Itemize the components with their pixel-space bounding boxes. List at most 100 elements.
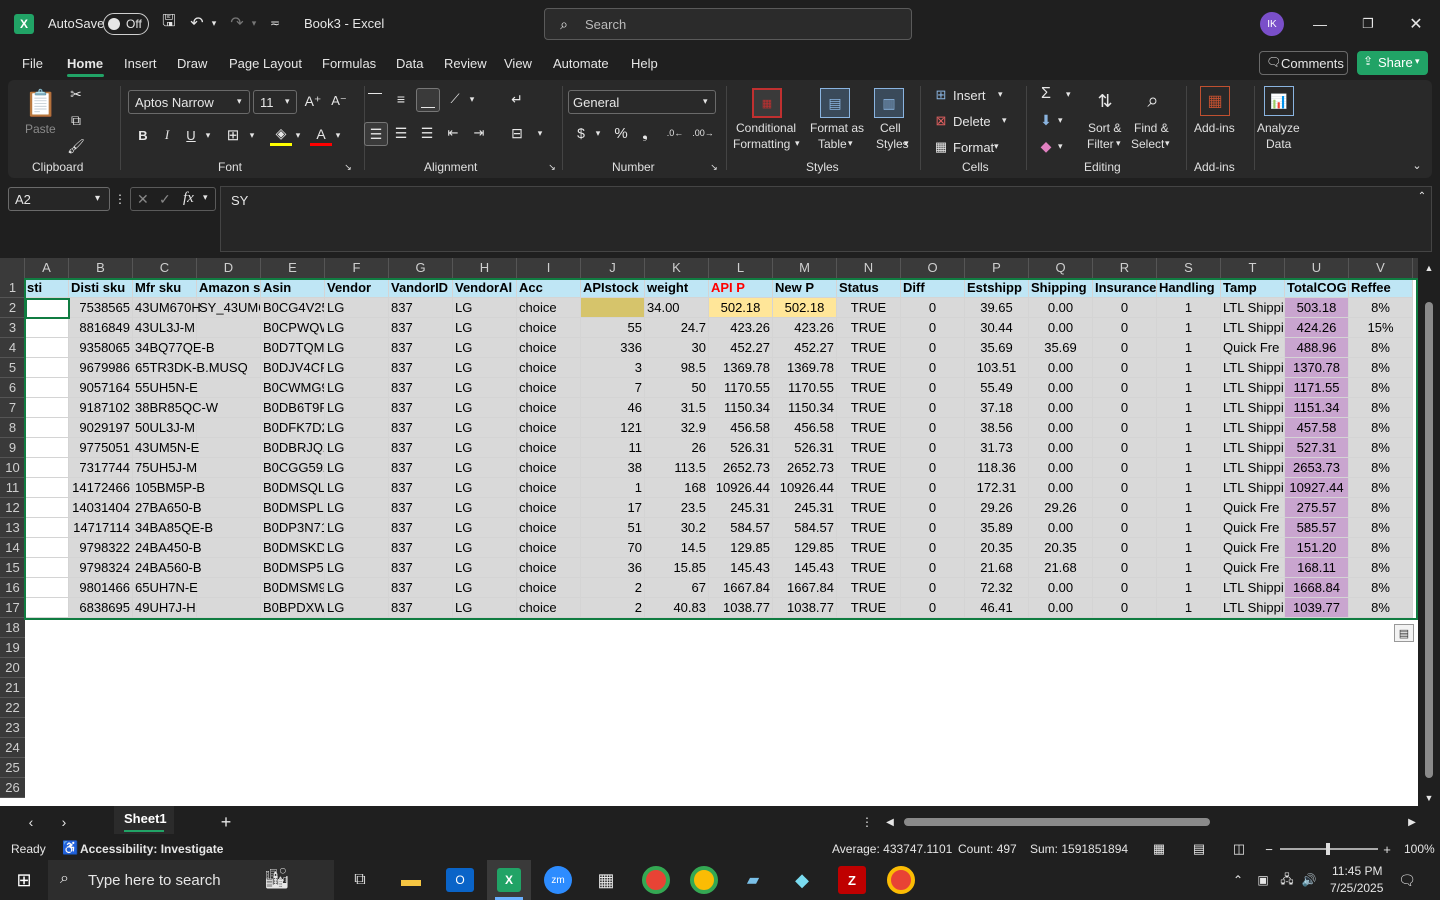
currency-icon[interactable]: $ bbox=[572, 122, 590, 144]
status-count[interactable]: Count: 497 bbox=[958, 842, 1017, 856]
column-header-r[interactable]: R bbox=[1093, 258, 1157, 278]
tab-draw[interactable]: Draw bbox=[177, 56, 207, 71]
align-top-icon[interactable]: ⎺ bbox=[364, 88, 386, 110]
table-cell[interactable] bbox=[197, 418, 261, 438]
analyze-data-label-2[interactable]: Data bbox=[1266, 136, 1291, 152]
table-cell[interactable]: 29.26 bbox=[965, 498, 1029, 518]
autosum-icon[interactable]: Σ bbox=[1036, 84, 1056, 104]
table-cell[interactable]: 31.5 bbox=[645, 398, 709, 418]
table-cell[interactable]: 24BA560-B bbox=[133, 558, 202, 578]
align-left-icon[interactable]: ☰ bbox=[364, 122, 388, 146]
table-cell[interactable]: choice bbox=[517, 578, 581, 598]
table-cell[interactable]: 0.00 bbox=[1029, 358, 1093, 378]
chevron-down-icon[interactable]: ▾ bbox=[848, 138, 853, 149]
table-cell[interactable]: B0DMSM9 bbox=[261, 578, 325, 598]
table-cell[interactable]: LG bbox=[325, 538, 389, 558]
table-cell[interactable] bbox=[25, 498, 69, 518]
analyze-data-label-1[interactable]: Analyze bbox=[1257, 120, 1300, 136]
avatar[interactable]: IK bbox=[1260, 12, 1284, 36]
table-cell[interactable]: LG bbox=[453, 358, 517, 378]
table-cell[interactable]: LG bbox=[325, 378, 389, 398]
table-cell[interactable]: 0 bbox=[901, 298, 965, 318]
scroll-right-icon[interactable]: ▶ bbox=[1406, 814, 1418, 830]
table-cell[interactable]: Quick Fre bbox=[1221, 518, 1285, 538]
table-cell[interactable]: 1 bbox=[1157, 458, 1221, 478]
table-cell[interactable]: 27BA650-B bbox=[133, 498, 202, 518]
conditional-formatting-icon[interactable]: ▦ bbox=[752, 88, 782, 118]
table-cell[interactable]: 14172466 bbox=[69, 478, 133, 498]
add-sheet-icon[interactable]: + bbox=[216, 812, 236, 832]
table-cell[interactable]: 49UH7J-H bbox=[133, 598, 197, 618]
restore-icon[interactable]: ❐ bbox=[1354, 12, 1382, 36]
borders-icon[interactable]: ⊞ bbox=[222, 124, 244, 146]
column-header-q[interactable]: Q bbox=[1029, 258, 1093, 278]
table-cell[interactable]: 423.26 bbox=[709, 318, 773, 338]
header-cell[interactable]: Estshipp bbox=[965, 278, 1029, 298]
clear-icon[interactable]: ◆ bbox=[1036, 136, 1056, 156]
zoom-out-icon[interactable]: − bbox=[1262, 840, 1276, 858]
table-cell[interactable]: LG bbox=[453, 458, 517, 478]
format-cells-icon[interactable]: ▦ bbox=[932, 138, 950, 156]
table-cell[interactable] bbox=[25, 398, 69, 418]
table-cell[interactable]: 456.58 bbox=[773, 418, 837, 438]
table-cell[interactable]: LG bbox=[453, 378, 517, 398]
table-cell[interactable]: choice bbox=[517, 318, 581, 338]
table-cell[interactable]: 1171.55 bbox=[1285, 378, 1349, 398]
table-cell[interactable]: 0 bbox=[901, 558, 965, 578]
table-cell[interactable]: LG bbox=[325, 358, 389, 378]
table-cell[interactable]: LTL Shippi bbox=[1221, 458, 1285, 478]
decrease-indent-icon[interactable]: ⇤ bbox=[442, 122, 464, 144]
table-cell[interactable] bbox=[581, 298, 645, 318]
table-cell[interactable]: 36 bbox=[581, 558, 645, 578]
table-cell[interactable]: 34BA85QE-B bbox=[133, 518, 213, 538]
table-cell[interactable]: Quick Fre bbox=[1221, 338, 1285, 358]
table-cell[interactable]: B0DMSPL7 bbox=[261, 498, 325, 518]
table-cell[interactable]: 145.43 bbox=[709, 558, 773, 578]
header-cell[interactable]: New P bbox=[773, 278, 837, 298]
task-view-icon[interactable]: ⧉ bbox=[348, 868, 372, 892]
row-header[interactable]: 21 bbox=[0, 678, 25, 698]
row-header[interactable]: 14 bbox=[0, 538, 25, 558]
tab-view[interactable]: View bbox=[504, 56, 532, 71]
sort-filter-label-1[interactable]: Sort & bbox=[1088, 120, 1121, 136]
table-cell[interactable] bbox=[197, 598, 261, 618]
table-cell[interactable]: 1369.78 bbox=[773, 358, 837, 378]
table-cell[interactable]: 24BA450-B bbox=[133, 538, 202, 558]
column-header-o[interactable]: O bbox=[901, 258, 965, 278]
format-as-table-icon[interactable]: ▤ bbox=[820, 88, 850, 118]
collapse-ribbon-icon[interactable]: ⌄ bbox=[1408, 156, 1426, 174]
format-painter-icon[interactable]: 🖌 bbox=[66, 136, 86, 156]
column-header-j[interactable]: J bbox=[581, 258, 645, 278]
table-cell[interactable]: B0CGG592 bbox=[261, 458, 325, 478]
customize-toolbar-icon[interactable]: ≂ bbox=[266, 12, 284, 34]
table-cell[interactable]: LG bbox=[325, 498, 389, 518]
table-cell[interactable]: choice bbox=[517, 558, 581, 578]
table-cell[interactable]: TRUE bbox=[837, 578, 901, 598]
table-cell[interactable]: LG bbox=[453, 298, 517, 318]
table-cell[interactable]: LG bbox=[325, 418, 389, 438]
row-header[interactable]: 7 bbox=[0, 398, 25, 418]
table-cell[interactable]: 8% bbox=[1349, 598, 1413, 618]
row-header[interactable]: 3 bbox=[0, 318, 25, 338]
autosave-toggle[interactable]: Off bbox=[103, 13, 149, 35]
table-cell[interactable]: 0 bbox=[901, 478, 965, 498]
analyze-data-icon[interactable]: 📊 bbox=[1264, 86, 1294, 116]
table-cell[interactable]: 0 bbox=[901, 458, 965, 478]
table-cell[interactable]: 0 bbox=[1093, 598, 1157, 618]
table-cell[interactable]: LG bbox=[325, 598, 389, 618]
table-cell[interactable]: 17 bbox=[581, 498, 645, 518]
font-size-select[interactable]: 11 ▾ bbox=[253, 90, 297, 114]
zoom-app-icon[interactable]: zm bbox=[544, 866, 572, 894]
share-button[interactable]: ⇪ Share ▾ bbox=[1357, 51, 1428, 75]
table-cell[interactable]: 0 bbox=[1093, 298, 1157, 318]
row-header[interactable]: 24 bbox=[0, 738, 25, 758]
chevron-down-icon[interactable]: ▾ bbox=[208, 12, 220, 34]
cut-icon[interactable]: ✂ bbox=[66, 84, 86, 104]
table-cell[interactable]: 1 bbox=[1157, 598, 1221, 618]
table-cell[interactable]: choice bbox=[517, 478, 581, 498]
row-header[interactable]: 2 bbox=[0, 298, 25, 318]
chevron-down-icon[interactable]: ▾ bbox=[246, 124, 258, 146]
chrome-icon[interactable] bbox=[642, 866, 670, 894]
table-cell[interactable]: 43UM5N-E bbox=[133, 438, 199, 458]
table-cell[interactable]: 20.35 bbox=[1029, 538, 1093, 558]
